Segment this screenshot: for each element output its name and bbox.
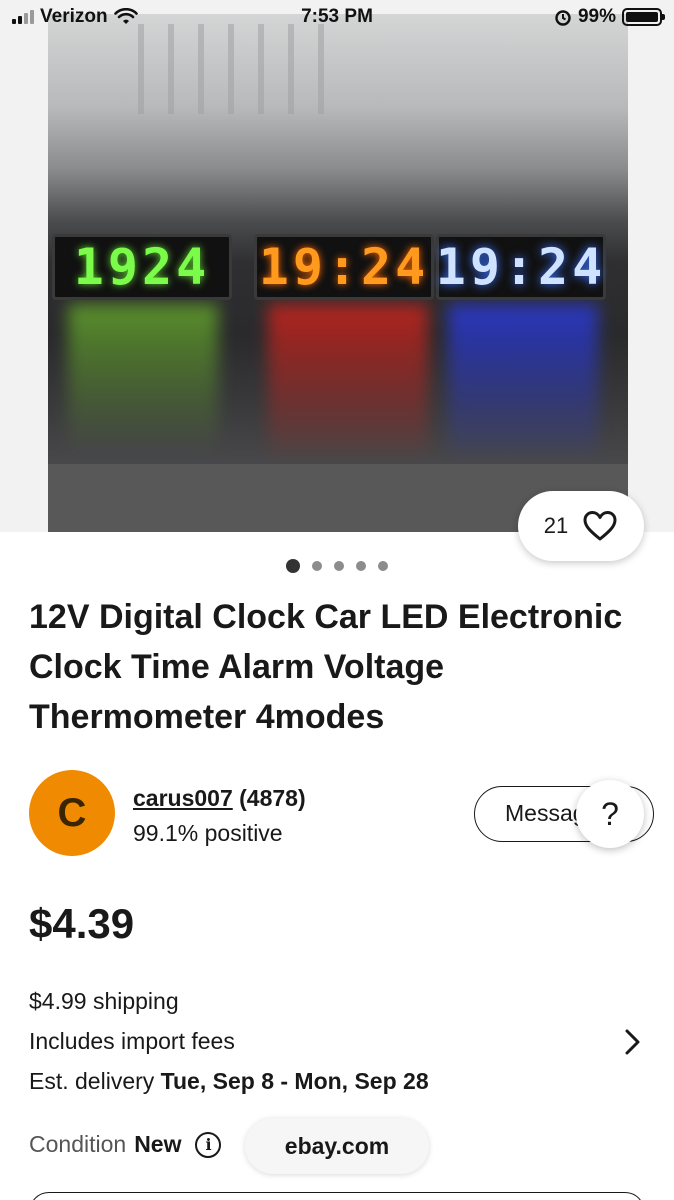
battery-icon [622, 8, 665, 26]
shipping-cost: $4.99 shipping [29, 988, 179, 1014]
seller-info[interactable]: carus007 (4878) [133, 785, 306, 812]
orange-clock-display: 19:24 [254, 234, 434, 300]
condition-value: New [134, 1131, 182, 1157]
heart-icon [583, 511, 617, 541]
estimated-delivery: Est. delivery Tue, Sep 8 - Mon, Sep 28 [29, 1068, 429, 1095]
green-reflection [68, 304, 218, 454]
status-right: 99% [554, 6, 665, 28]
carousel-indicator[interactable] [0, 559, 674, 573]
background-vent [258, 24, 264, 114]
seller-name-link[interactable]: carus007 [133, 785, 233, 811]
carousel-dot[interactable] [356, 561, 366, 571]
alarm-icon [555, 10, 571, 26]
background-vent [198, 24, 204, 114]
watch-button[interactable]: 21 [518, 491, 644, 561]
seller-rating: (4878) [239, 785, 306, 811]
carousel-dot[interactable] [378, 561, 388, 571]
carousel-dot-active[interactable] [286, 559, 300, 573]
carousel-dot[interactable] [312, 561, 322, 571]
import-fees: Includes import fees [29, 1028, 235, 1054]
info-icon[interactable]: i [195, 1131, 222, 1158]
background-vent [288, 24, 294, 114]
blue-clock-display: 19:24 [436, 234, 606, 300]
green-clock-display: 1924 [52, 234, 232, 300]
status-bar: Verizon 7:53 PM 99% [0, 0, 674, 36]
bottom-action-button[interactable] [29, 1192, 645, 1200]
item-price: $4.39 [29, 900, 135, 947]
product-image[interactable]: 1924 19:24 19:24 [48, 14, 628, 532]
background-vent [228, 24, 234, 114]
seller-avatar[interactable]: C [29, 770, 115, 856]
help-button[interactable]: ? [576, 780, 644, 848]
blue-reflection [448, 304, 598, 454]
condition-label: Condition [29, 1131, 127, 1157]
delivery-dates: Tue, Sep 8 - Mon, Sep 28 [160, 1068, 429, 1094]
browser-url-bar[interactable]: ebay.com [245, 1118, 429, 1174]
background-vent [138, 24, 144, 114]
carousel-dot[interactable] [334, 561, 344, 571]
delivery-prefix: Est. delivery [29, 1068, 161, 1094]
chevron-right-icon[interactable] [620, 1028, 644, 1056]
battery-percent: 99% [577, 6, 616, 27]
background-vent [168, 24, 174, 114]
listing-title: 12V Digital Clock Car LED Electronic Clo… [29, 598, 623, 736]
condition-row: Condition New i [29, 1131, 222, 1158]
background-vent [318, 24, 324, 114]
seller-feedback: 99.1% positive [133, 820, 283, 846]
orange-reflection [268, 304, 428, 454]
watch-count: 21 [543, 513, 569, 538]
